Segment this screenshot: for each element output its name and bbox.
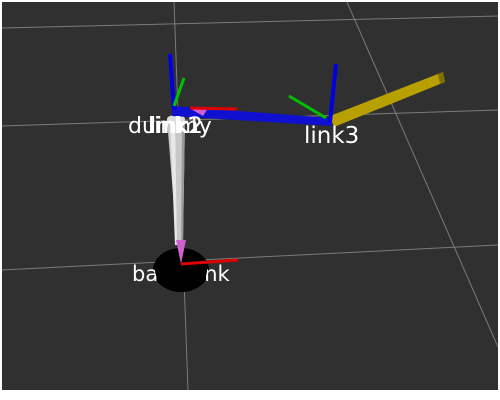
link2-label: link2 xyxy=(150,114,203,139)
link3-label: link3 xyxy=(304,123,359,149)
viewport-background xyxy=(2,2,498,390)
robot-scene[interactable]: base_link dummy link1 link2 xyxy=(2,2,498,390)
link1-x-axis xyxy=(189,106,238,111)
3d-viewport[interactable]: base_link dummy link1 link2 xyxy=(2,2,498,390)
